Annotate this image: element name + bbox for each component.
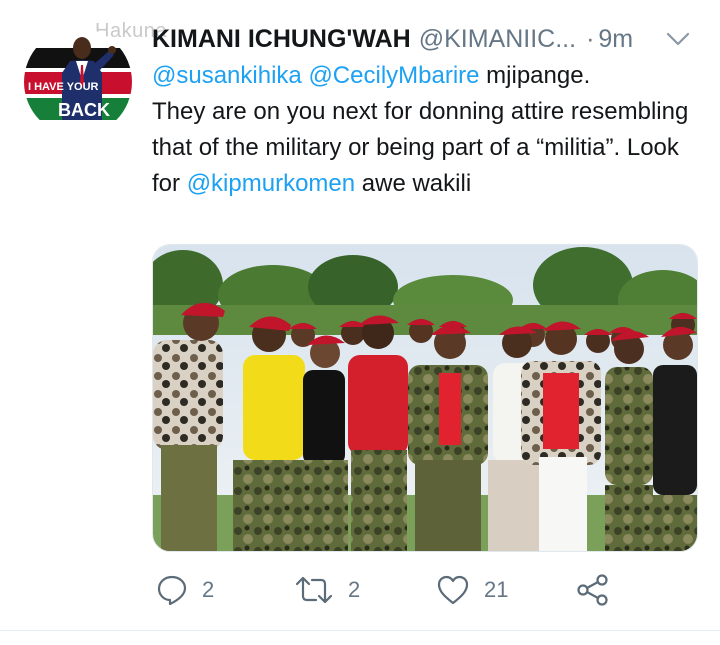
share-icon [577,574,608,606]
separator-dot: · [586,24,595,53]
tweet-header: KIMANI ICHUNG'WAH @KIMANIIC... · 9m [152,24,692,54]
avatar-image: I HAVE YOUR BACK [24,28,132,136]
tweet-text: @susankihika @CecilyMbarire mjipange. Th… [152,58,697,202]
photo-group-women-red-berets [153,245,697,551]
avatar[interactable]: I HAVE YOUR BACK [24,28,132,136]
bottom-divider [0,630,720,631]
mention-link[interactable]: @kipmurkomen [187,170,355,197]
retweet-icon [295,576,333,604]
mention-link[interactable]: @CecilyMbarire [308,62,479,89]
author-handle[interactable]: @KIMANIIC... [419,25,576,54]
chevron-down-icon[interactable] [664,26,692,52]
avatar-banner-text-2: BACK [58,100,110,120]
tweet-text-part: awe wakili [355,170,472,197]
tweet-time[interactable]: 9m [598,25,633,54]
heart-icon [437,575,469,605]
retweet-count: 2 [348,577,361,602]
like-count: 21 [484,577,509,602]
like-button[interactable]: 21 [436,570,508,610]
author-name[interactable]: KIMANI ICHUNG'WAH [152,25,411,54]
reply-count: 2 [202,577,215,602]
tweet-actions: 2 2 21 [152,570,692,610]
tweet-image[interactable] [152,244,698,552]
reply-icon [157,575,187,606]
retweet-button[interactable]: 2 [294,570,360,610]
reply-button[interactable]: 2 [156,570,214,610]
share-button[interactable] [576,570,610,610]
mention-link[interactable]: @susankihika [152,62,302,89]
avatar-banner-text-1: I HAVE YOUR [28,81,99,93]
